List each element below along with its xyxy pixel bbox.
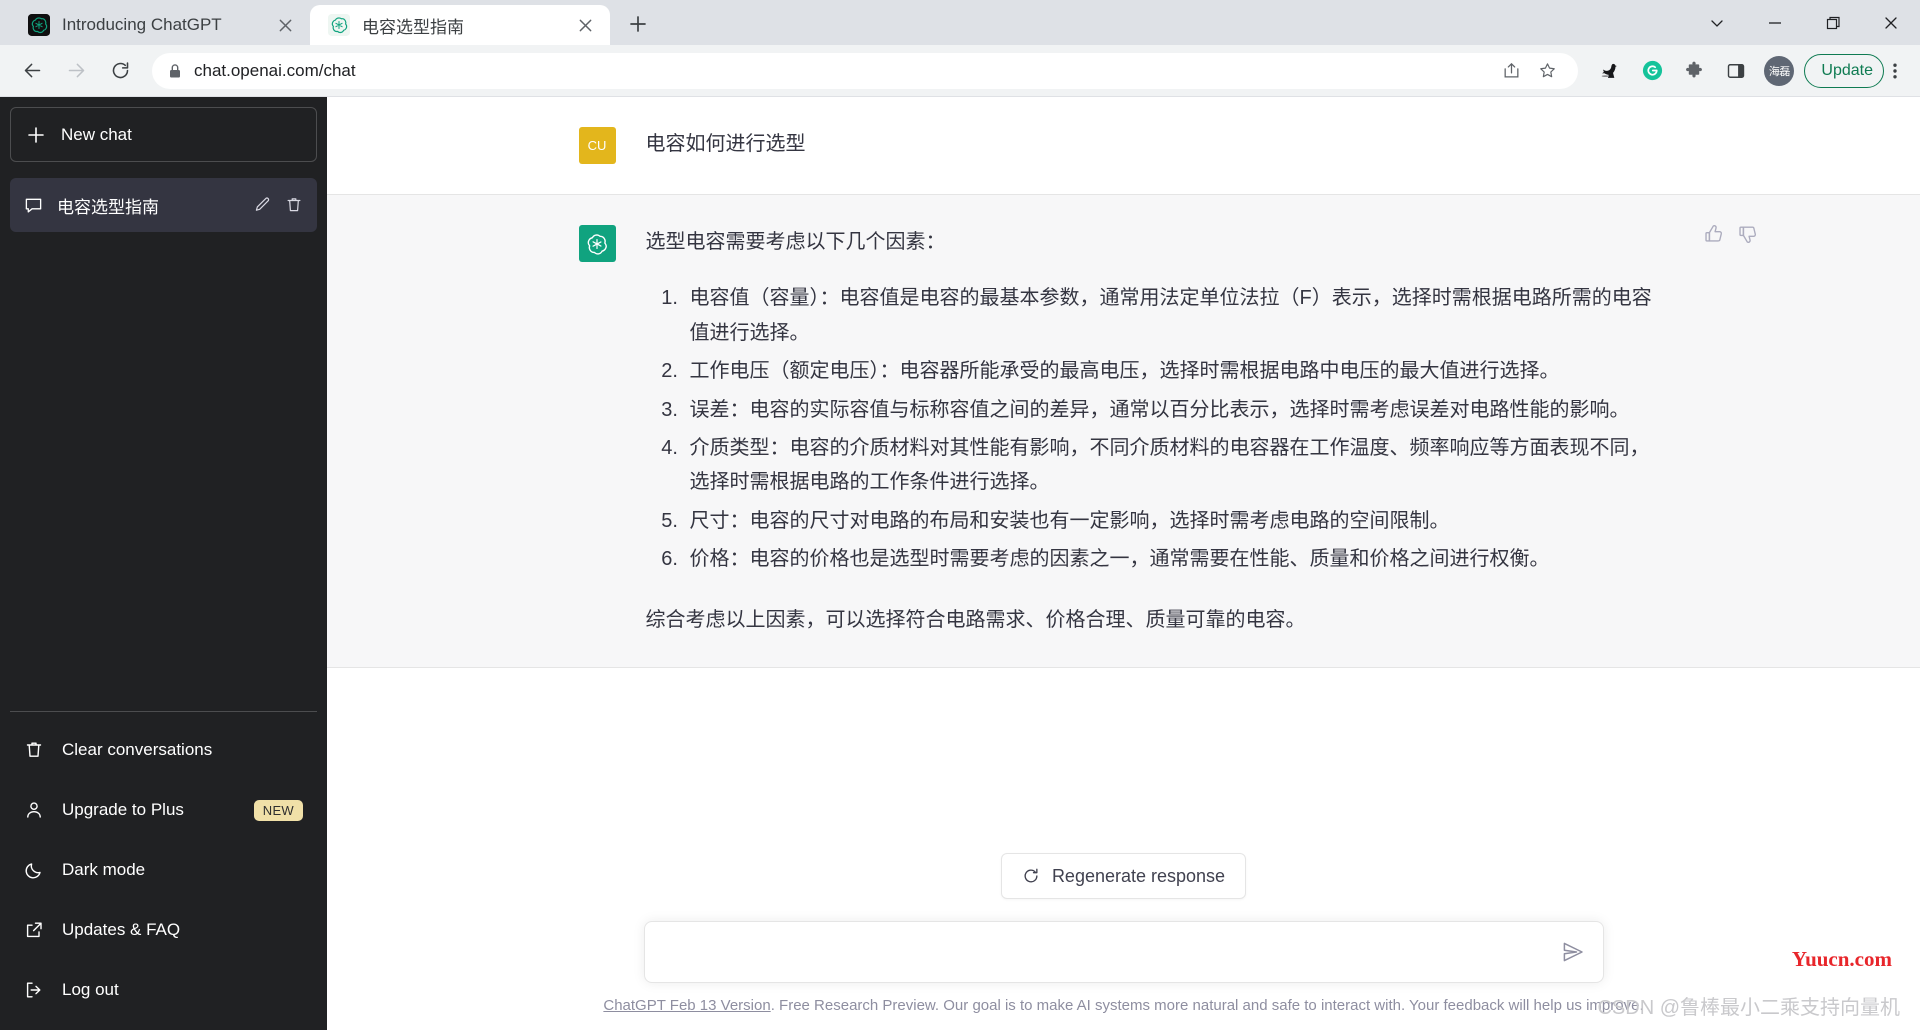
sidebar: New chat 电容选型指南 Clear conversations Upgr… [0,97,327,1030]
list-item: 电容值（容量）：电容值是电容的最基本参数，通常用法定单位法拉（F）表示，选择时需… [684,281,1669,350]
maximize-icon[interactable] [1804,0,1862,45]
extension-icons [1590,51,1756,91]
list-item: 误差：电容的实际容值与标称容值之间的差异，通常以百分比表示，选择时需考虑误差对电… [684,393,1669,427]
message-row-user: CU 电容如何进行选型 [327,97,1920,194]
regenerate-response-button[interactable]: Regenerate response [1000,853,1247,899]
tab-title: Introducing ChatGPT [62,15,222,34]
close-icon[interactable] [272,12,298,38]
status-badge: NEW [253,799,303,821]
sidebar-item-upgrade-to-plus[interactable]: Upgrade to Plus NEW [10,780,317,840]
star-icon[interactable] [1530,54,1564,88]
watermark-gray: CSDN @鲁棒最小二乘支持向量机 [1597,997,1900,1019]
openai-logo-icon [328,14,350,36]
new-chat-label: New chat [61,124,132,144]
sidebar-item-label: Log out [62,980,119,999]
sidebar-item-label: Dark mode [62,860,146,879]
pencil-icon[interactable] [253,196,271,214]
logout-icon [24,980,44,1000]
sidebar-item-clear-conversations[interactable]: Clear conversations [10,720,317,780]
new-tab-button[interactable] [620,6,656,42]
refresh-icon [1022,867,1040,885]
person-icon [24,800,44,820]
new-chat-button[interactable]: New chat [10,107,317,162]
sidebar-item-label: Updates & FAQ [62,920,181,939]
lock-icon [168,63,182,79]
window-controls [1688,0,1920,45]
conversation-item[interactable]: 电容选型指南 [10,178,317,232]
version-link[interactable]: ChatGPT Feb 13 Version [603,997,770,1014]
browser-toolbar: chat.openai.com/chat 海磊 Update [0,45,1920,97]
chat-input[interactable] [666,923,1551,981]
back-button[interactable] [12,51,52,91]
profile-avatar[interactable]: 海磊 [1764,55,1795,86]
sidebar-item-label: Upgrade to Plus [62,800,184,819]
address-bar[interactable]: chat.openai.com/chat [152,52,1579,89]
moon-icon [24,860,44,880]
avatar [578,225,616,262]
url-text: chat.openai.com/chat [194,60,356,80]
composer-wrapper [327,921,1920,983]
watermark-red: Yuucn.com [1791,947,1892,971]
conversation-thread: CU 电容如何进行选型 选型电容需要考虑以下几个因素： 1. 电容值（容量）：电… [327,97,1920,853]
list-item: 尺寸：电容的尺寸对电路的布局和安装也有一定影响，选择时需考虑电路的空间限制。 [684,504,1669,538]
bird-extension-icon[interactable] [1590,51,1630,91]
openai-logo-icon [28,14,50,36]
trash-icon[interactable] [285,196,303,214]
tab-strip: Introducing ChatGPT 电容选型指南 [0,0,1920,45]
sidebar-bottom-menu: Clear conversations Upgrade to Plus NEW … [10,711,317,1020]
regenerate-response-label: Regenerate response [1051,865,1226,886]
external-link-icon [24,920,44,940]
share-icon[interactable] [1494,54,1528,88]
side-panel-icon[interactable] [1716,51,1756,91]
update-button[interactable]: Update [1804,53,1884,88]
composer[interactable] [643,921,1604,983]
assistant-intro-text: 选型电容需要考虑以下几个因素： [645,231,946,253]
message-text: 电容如何进行选型 [646,127,1669,164]
conversation-title: 电容选型指南 [57,197,159,217]
assistant-closing-text: 综合考虑以上因素，可以选择符合电路需求、价格合理、质量可靠的电容。 [645,608,1306,631]
thumbs-down-icon[interactable] [1737,223,1759,245]
browser-tab-1[interactable]: Introducing ChatGPT [10,5,310,45]
browser-tab-2[interactable]: 电容选型指南 [310,5,610,45]
extensions-puzzle-icon[interactable] [1674,51,1714,91]
openai-logo-icon [584,231,610,257]
grammarly-icon[interactable] [1632,51,1672,91]
reload-button[interactable] [100,51,140,91]
list-item: 介质类型：电容的介质材料对其性能有影响，不同介质材料的电容器在工作温度、频率响应… [684,431,1669,500]
footer-note-text: . Free Research Preview. Our goal is to … [770,997,1644,1014]
close-icon[interactable] [1862,0,1920,45]
message-feedback [1703,223,1759,245]
message-text: 选型电容需要考虑以下几个因素： 电容值（容量）：电容值是电容的最基本参数，通常用… [646,225,1669,637]
user-message-text: 电容如何进行选型 [645,133,806,155]
sidebar-item-label: Clear conversations [62,740,213,759]
tab-title: 电容选型指南 [362,17,464,37]
close-icon[interactable] [572,12,598,38]
forward-button[interactable] [56,51,96,91]
trash-icon [24,740,44,760]
thumbs-up-icon[interactable] [1703,223,1725,245]
message-icon [24,196,43,215]
sidebar-item-log-out[interactable]: Log out [10,960,317,1020]
main-content: CU 电容如何进行选型 选型电容需要考虑以下几个因素： 1. 电容值（容量）：电… [327,97,1920,1030]
three-dot-menu-icon[interactable] [1882,51,1908,91]
plus-icon [27,126,45,144]
sidebar-item-updates-faq[interactable]: Updates & FAQ [10,900,317,960]
list-item: 工作电压（额定电压）：电容器所能承受的最高电压，选择时需根据电路中电压的最大值进… [684,354,1669,388]
regenerate-wrapper: Regenerate response [327,853,1920,899]
update-button-label: Update [1821,61,1873,79]
send-icon[interactable] [1551,940,1585,964]
chatgpt-page: New chat 电容选型指南 Clear conversations Upgr… [0,97,1920,1030]
sidebar-item-dark-mode[interactable]: Dark mode [10,840,317,900]
minimize-icon[interactable] [1746,0,1804,45]
conversation-list: 电容选型指南 [10,178,317,232]
avatar: CU [578,127,616,164]
browser-window: Introducing ChatGPT 电容选型指南 chat.openai.c… [0,0,1920,1030]
list-item: 价格：电容的价格也是选型时需要考虑的因素之一，通常需要在性能、质量和价格之间进行… [684,542,1669,576]
assistant-factor-list: 电容值（容量）：电容值是电容的最基本参数，通常用法定单位法拉（F）表示，选择时需… [646,281,1669,576]
tab-search-chevron-down-icon[interactable] [1688,0,1746,45]
message-row-assistant: 选型电容需要考虑以下几个因素： 电容值（容量）：电容值是电容的最基本参数，通常用… [327,194,1920,668]
